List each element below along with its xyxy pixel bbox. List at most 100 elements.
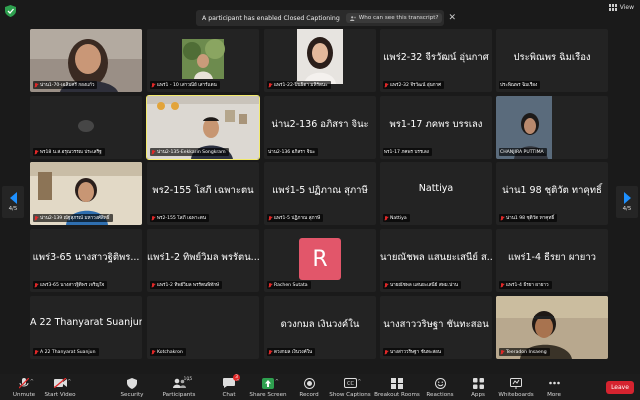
participants-button[interactable]: 105 ^ Participants [155, 377, 203, 398]
participant-name-label: นายณัชพล แสนยะเสนีย์ สพม.น่าน [383, 281, 462, 289]
participant-tile[interactable]: Nattiya Nattiya [380, 162, 492, 225]
participant-name-label: Nattiya [383, 214, 410, 222]
caret-up-icon[interactable]: ^ [357, 379, 361, 385]
muted-mic-icon [151, 150, 155, 155]
caret-up-icon[interactable]: ^ [30, 379, 34, 385]
participant-tile[interactable]: แพร่1 - 10 เสาวณีย์ เสาร์แดน [147, 29, 259, 92]
participant-tile-active-speaker[interactable]: น่าน2-135-Eekkarin Songkram [146, 95, 260, 160]
smiley-icon [434, 377, 446, 389]
participant-tile[interactable]: Teeradon Insaeng [496, 296, 608, 359]
participant-tile[interactable]: พร1-17 ภคพร บรรเลง พร1-17 ภคพร บรรเลง [380, 96, 492, 159]
participants-icon: 105 ^ [172, 377, 192, 389]
video-off-icon: ^ [53, 377, 72, 389]
participant-name-label: นางสาววริษฐา ชันทะสอน [383, 348, 445, 356]
participant-display-name: น่าน2-136 อภิสรา จินะ [271, 119, 369, 130]
participant-tile[interactable]: R Rachen Sutata [264, 229, 376, 292]
participant-name-label: พร18 น.ส.อรุณวรรณ ประเสริฐ [33, 148, 105, 156]
participant-display-name: แพร่2-32 จีรวัฒน์ อุ่นกาศ [383, 52, 489, 63]
view-button[interactable]: View [608, 4, 634, 11]
muted-mic-icon [268, 350, 272, 355]
participant-tile[interactable]: น่าน1 98 ชุติวัต ทาคุทธิ์ น่าน1 98 ชุติว… [496, 162, 608, 225]
participant-display-name: Nattiya [418, 183, 454, 194]
next-page-button[interactable]: 4/5 [616, 186, 638, 218]
muted-mic-icon [268, 283, 272, 288]
participant-display-name: ดวงกมล เงินวงค์ใน [280, 319, 360, 330]
transcript-visibility-button[interactable]: Who can see this transcript? [345, 13, 443, 23]
muted-mic-icon [34, 350, 38, 355]
encryption-shield-icon[interactable] [5, 5, 16, 17]
share-screen-icon: ^ [262, 377, 279, 389]
participant-tile[interactable]: A 22 Thanyarat Suanjun A 22 Thanyarat Su… [30, 296, 142, 359]
muted-mic-icon [500, 216, 504, 221]
participant-name-label: แพร่1-4 ธีรยา ผายาว [499, 281, 552, 289]
participant-tile[interactable]: แพร่1-2 ทิพย์วิมล พรรัตน... แพร่1-2 ทิพย… [147, 229, 259, 292]
muted-mic-icon [500, 350, 504, 355]
more-button[interactable]: More [530, 377, 578, 398]
breakout-rooms-button[interactable]: Breakout Rooms [373, 377, 421, 398]
banner-close-icon[interactable]: ✕ [448, 13, 456, 23]
gallery-view-icon [608, 4, 617, 11]
participant-name-label: ประพิณพร ฉิมเรือง [499, 81, 541, 89]
participant-name-label: แพร่1 - 10 เสาวณีย์ เสาร์แดน [150, 81, 220, 89]
participant-tile[interactable]: แพร่1-5 ปฏิภาณ สุภาษี แพร่1-5 ปฏิภาณ สุภ… [264, 162, 376, 225]
muted-mic-icon [34, 150, 38, 155]
participant-name-label: แพร่2-32 จีรวัฒน์ อุ่นกาศ [383, 81, 445, 89]
participant-tile[interactable]: แพร่1-22-ปิ่นธิดา มหิรัตนะ [264, 29, 376, 92]
participant-tile[interactable]: แพร่3-65 นางสาวฐิติพร... แพร่3-65 นางสาว… [30, 229, 142, 292]
show-captions-button[interactable]: CC ^ Show Captions [326, 377, 374, 398]
caret-up-icon[interactable]: ^ [275, 379, 279, 385]
participant-display-name: นายณัชพล แสนยะเสนีย์ ส... [380, 252, 492, 263]
muted-mic-icon [384, 350, 388, 355]
participant-tile[interactable]: พร18 น.ส.อรุณวรรณ ประเสริฐ [30, 96, 142, 159]
security-button[interactable]: Security [108, 377, 156, 398]
participant-tile[interactable]: น่าน1-70-เฉลิมศรี กองแก้ว [30, 29, 142, 92]
record-icon [303, 377, 315, 389]
participant-tile[interactable]: แพร่1-4 ธีรยา ผายาว แพร่1-4 ธีรยา ผายาว [496, 229, 608, 292]
muted-mic-icon [384, 283, 388, 288]
leave-button[interactable]: Leave [606, 381, 634, 394]
shield-icon [127, 377, 137, 389]
start-video-button[interactable]: ^ Start Video [36, 377, 84, 398]
banner-link: Who can see this transcript? [358, 15, 439, 21]
participant-tile[interactable]: Kotchakron [147, 296, 259, 359]
chevron-right-icon [623, 192, 631, 204]
mic-muted-icon: ^ [19, 377, 34, 389]
participant-name-label: Teeradon Insaeng [499, 348, 550, 356]
participant-tile[interactable]: ดวงกมล เงินวงค์ใน ดวงกมล เงินวงค์ใน [264, 296, 376, 359]
participant-display-name: นางสาววริษฐา ชันทะสอน [383, 319, 489, 330]
caret-up-icon[interactable]: ^ [236, 379, 240, 385]
whiteboard-icon [510, 377, 522, 389]
participant-name-label: Rachen Sutata [267, 281, 311, 289]
apps-icon [472, 377, 484, 389]
participant-tile[interactable]: น่าน2-136 อภิสรา จินะ น่าน2-136 อภิสรา จ… [264, 96, 376, 159]
participant-tile[interactable]: ประพิณพร ฉิมเรือง ประพิณพร ฉิมเรือง [496, 29, 608, 92]
participant-name-label: CHANJIRA PUTTIMA [499, 148, 547, 156]
caret-up-icon[interactable]: ^ [67, 379, 71, 385]
participant-tile[interactable]: น่าน2-139 ณัฐสุภรณ์ มหาวงศ์สิทธิ์ [30, 162, 142, 225]
participant-display-name: แพร่3-65 นางสาวฐิติพร... [32, 252, 140, 263]
muted-mic-icon [151, 216, 155, 221]
participant-display-name: พร2-155 โสภี เฉพาะตน [152, 185, 254, 196]
page-indicator-left: 4/5 [8, 206, 18, 212]
participant-tile[interactable]: พร2-155 โสภี เฉพาะตน พร2-155 โสภี เฉพาะต… [147, 162, 259, 225]
participant-tile[interactable]: นางสาววริษฐา ชันทะสอน นางสาววริษฐา ชันทะ… [380, 296, 492, 359]
participant-display-name: แพร่1-2 ทิพย์วิมล พรรัตน... [147, 252, 259, 263]
participant-tile[interactable]: แพร่2-32 จีรวัฒน์ อุ่นกาศ แพร่2-32 จีรวั… [380, 29, 492, 92]
banner-message: A participant has enabled Closed Caption… [202, 14, 340, 22]
muted-mic-icon [34, 283, 38, 288]
participant-display-name: แพร่1-5 ปฏิภาณ สุภาษี [272, 185, 368, 196]
participant-name-label: แพร่1-22-ปิ่นธิดา มหิรัตนะ [267, 81, 331, 89]
muted-mic-icon [268, 216, 272, 221]
muted-mic-icon [500, 283, 504, 288]
participant-tile[interactable]: CHANJIRA PUTTIMA [496, 96, 608, 159]
participant-tile[interactable]: นายณัชพล แสนยะเสนีย์ ส... นายณัชพล แสนยะ… [380, 229, 492, 292]
zoom-meeting-window: A participant has enabled Closed Caption… [0, 0, 640, 400]
caret-up-icon[interactable]: ^ [186, 379, 190, 385]
top-bar: A participant has enabled Closed Caption… [0, 0, 640, 28]
svg-text:CC: CC [347, 381, 354, 387]
participant-name-label: น่าน2-135-Eekkarin Songkram [150, 148, 229, 156]
participant-name-label: พร1-17 ภคพร บรรเลง [383, 148, 432, 156]
participant-display-name: พร1-17 ภคพร บรรเลง [389, 119, 483, 130]
participant-name-label: แพร่1-2 ทิพย์วิมล พรรัตนพิทักษ์ [150, 281, 223, 289]
previous-page-button[interactable]: 4/5 [2, 186, 24, 218]
